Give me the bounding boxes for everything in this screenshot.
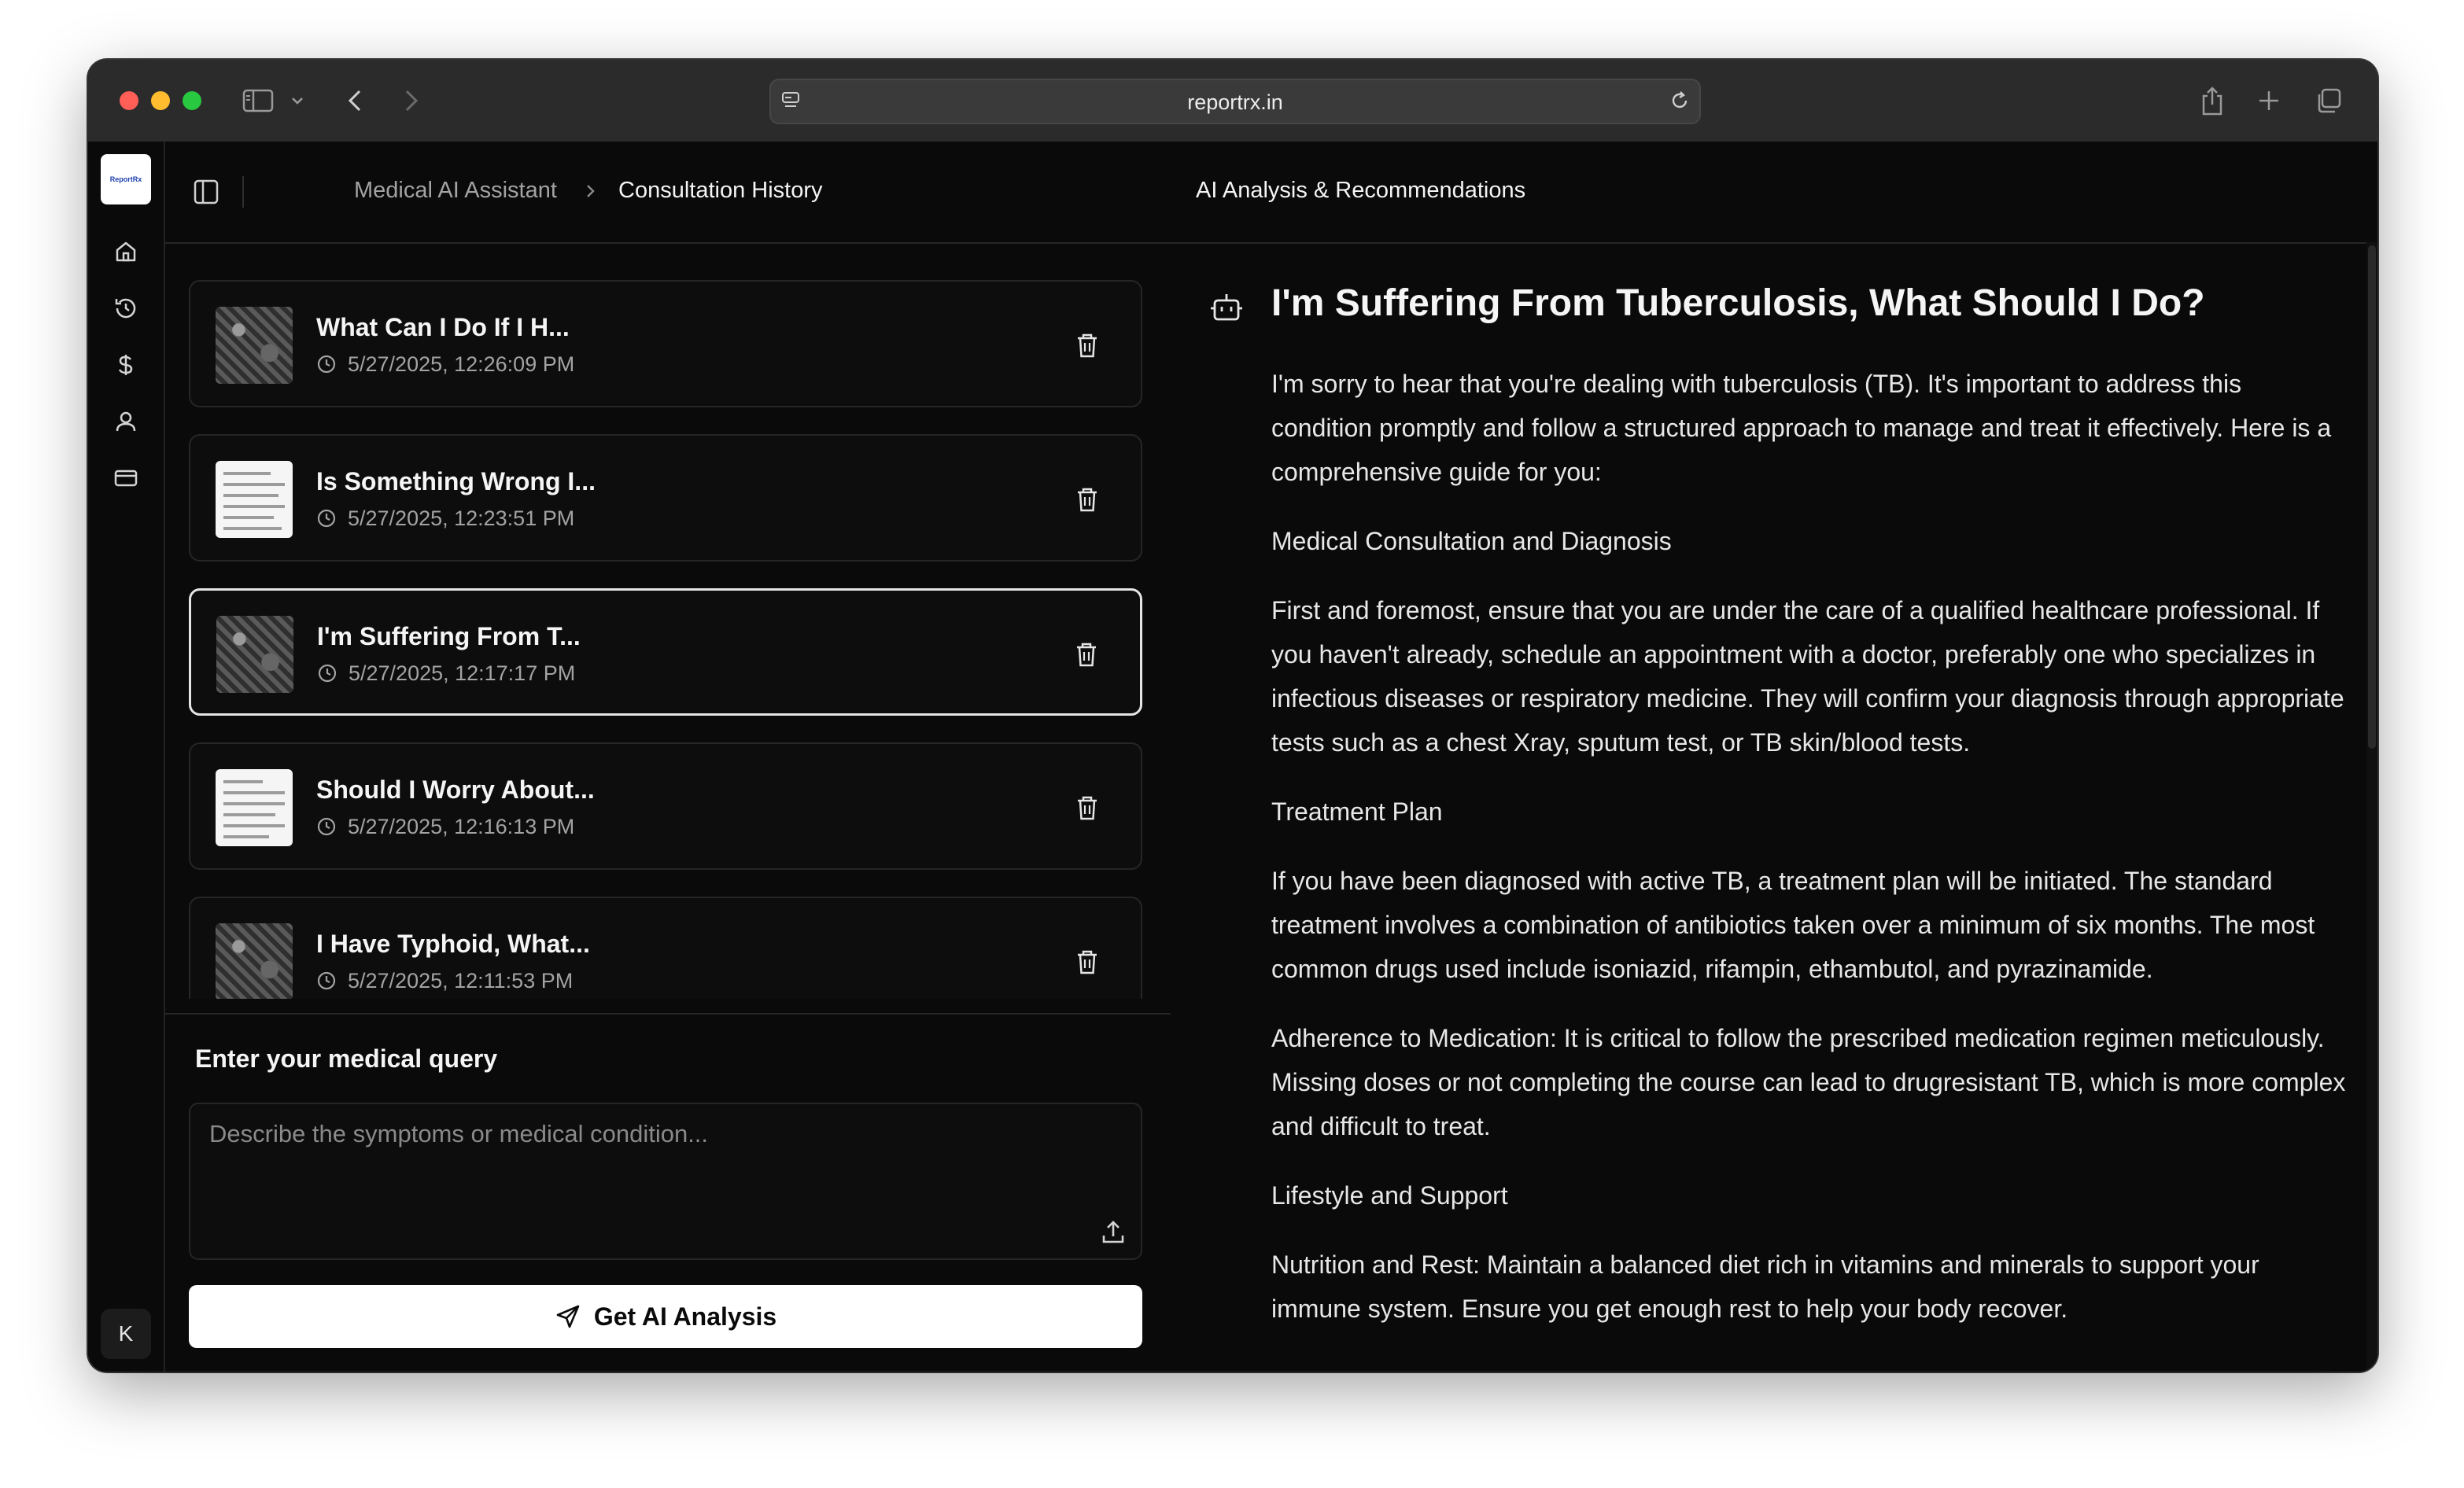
response-paragraph: If you have been diagnosed with active T… [1271,867,2315,983]
response-paragraph: Nutrition and Rest: Maintain a balanced … [1271,1250,2259,1323]
consultation-timestamp: 5/27/2025, 12:16:13 PM [348,815,575,838]
header-divider [242,176,244,208]
analysis-pane: AI Analysis & Recommendations I'm Suffer… [1171,142,2377,1372]
clock-icon [317,663,338,683]
clock-icon [316,354,337,374]
breadcrumb-current: Consultation History [618,178,823,203]
new-tab-icon[interactable] [2255,87,2283,115]
home-icon[interactable] [110,236,142,267]
get-ai-analysis-label: Get AI Analysis [593,1302,777,1331]
consultation-title: Is Something Wrong I... [316,467,596,495]
trash-icon[interactable] [1075,948,1100,975]
query-label: Enter your medical query [195,1044,498,1073]
credit-card-icon[interactable] [110,462,142,494]
consultation-timestamp: 5/27/2025, 12:23:51 PM [348,506,575,530]
consultation-card[interactable]: Is Something Wrong I... 5/27/2025, 12:23… [189,434,1142,562]
trash-icon[interactable] [1074,641,1099,668]
analysis-scrollbar[interactable] [2366,242,2377,1372]
icon-rail: ReportRx K [88,142,165,1372]
consultation-title: I'm Suffering From T... [317,622,581,650]
minimize-window-button[interactable] [151,91,170,110]
trash-icon[interactable] [1075,486,1100,513]
clock-icon [316,816,337,837]
dollar-icon[interactable] [110,349,142,381]
consultation-thumbnail [216,616,293,693]
user-icon[interactable] [110,406,142,437]
clock-icon [316,971,337,991]
sidebar-toggle-icon[interactable] [241,87,275,115]
consultation-card[interactable]: I Have Typhoid, What... 5/27/2025, 12:11… [189,897,1142,999]
consultation-title: What Can I Do If I H... [316,313,570,341]
consultation-card[interactable]: What Can I Do If I H... 5/27/2025, 12:26… [189,280,1142,407]
forward-arrow-icon[interactable] [398,87,425,115]
reload-icon[interactable] [1668,90,1691,112]
consultation-list: What Can I Do If I H... 5/27/2025, 12:26… [189,280,1145,999]
browser-titlebar: reportrx.in [88,60,2377,142]
response-paragraph: First and foremost, ensure that you are … [1271,596,2344,757]
app-logo[interactable]: ReportRx [101,154,151,204]
back-arrow-icon[interactable] [341,87,368,115]
trash-icon[interactable] [1075,794,1100,821]
consultation-title: Should I Worry About... [316,775,595,804]
history-icon[interactable] [110,293,142,324]
analysis-response: I'm sorry to hear that you're dealing wi… [1271,362,2349,1356]
bot-icon [1208,289,1245,326]
chevron-right-icon [579,179,603,203]
consultation-thumbnail [216,307,293,384]
consultation-card[interactable]: Should I Worry About... 5/27/2025, 12:16… [189,742,1142,870]
logo-text: ReportRx [109,175,142,183]
upload-icon[interactable] [1100,1219,1127,1246]
scrollbar-thumb[interactable] [2368,245,2376,749]
browser-window: reportrx.in ReportRx K Medical AI Assist… [88,60,2377,1372]
analysis-question-title: I'm Suffering From Tuberculosis, What Sh… [1271,282,2205,324]
consultation-thumbnail [216,923,293,999]
consultation-timestamp: 5/27/2025, 12:26:09 PM [348,352,575,376]
url-text[interactable]: reportrx.in [771,90,1699,115]
trash-icon[interactable] [1075,332,1100,359]
response-paragraph: I'm sorry to hear that you're dealing wi… [1271,370,2332,486]
consultation-timestamp: 5/27/2025, 12:11:53 PM [348,969,574,993]
tab-overview-icon[interactable] [2313,85,2344,116]
share-icon[interactable] [2197,83,2228,118]
consultation-card-active[interactable]: I'm Suffering From T... 5/27/2025, 12:17… [189,588,1142,716]
address-bar[interactable]: reportrx.in [769,79,1701,124]
query-panel: Enter your medical query Get AI Analysis [164,1013,1171,1372]
clock-icon [316,508,337,529]
close-window-button[interactable] [120,91,138,110]
response-heading: Treatment Plan [1271,797,1443,826]
response-paragraph: Adherence to Medication: It is critical … [1271,1024,2346,1140]
user-avatar[interactable]: K [101,1309,151,1359]
history-pane: Medical AI Assistant Consultation Histor… [164,142,1172,1372]
zoom-window-button[interactable] [183,91,201,110]
analysis-panel-title: AI Analysis & Recommendations [1196,178,1526,203]
response-heading: Medical Consultation and Diagnosis [1271,527,1672,555]
medical-query-input[interactable] [189,1103,1142,1260]
consultation-thumbnail [216,769,293,846]
response-heading: Lifestyle and Support [1271,1181,1508,1210]
breadcrumb-parent[interactable]: Medical AI Assistant [354,178,557,204]
app-container: ReportRx K Medical AI Assistant Consulta… [88,142,2377,1372]
history-header: Medical AI Assistant Consultation Histor… [164,142,1171,244]
consultation-thumbnail [216,461,293,538]
analysis-header: AI Analysis & Recommendations [1171,142,2377,244]
panel-toggle-icon[interactable] [190,176,222,208]
chevron-down-icon[interactable] [290,94,305,107]
get-ai-analysis-button[interactable]: Get AI Analysis [189,1285,1142,1348]
send-icon [555,1303,581,1330]
consultation-timestamp: 5/27/2025, 12:17:17 PM [349,661,576,685]
consultation-title: I Have Typhoid, What... [316,930,590,958]
